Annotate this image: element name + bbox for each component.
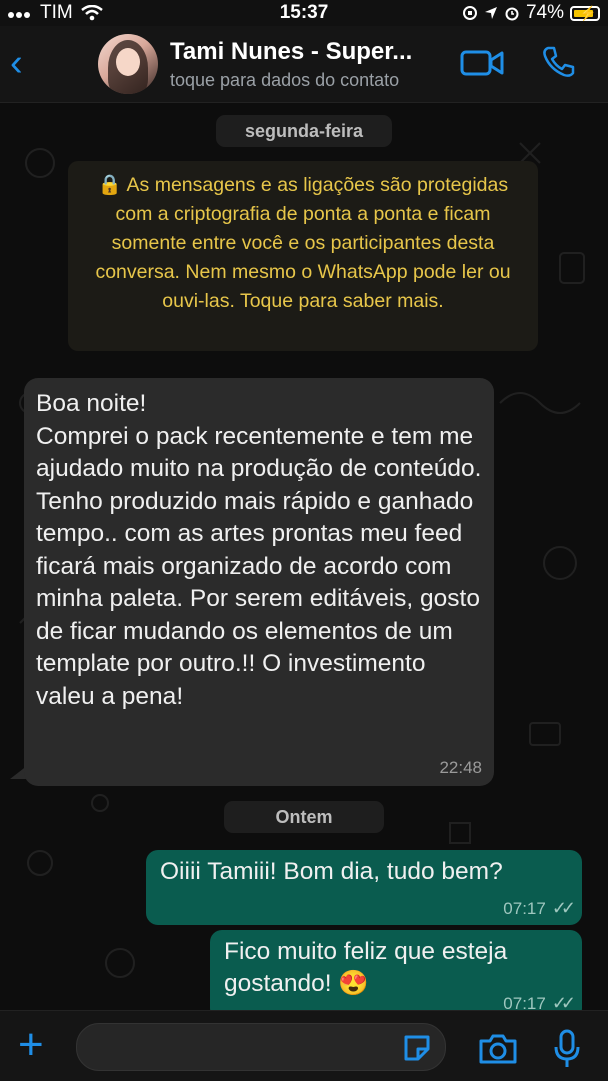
battery-percent: 74% — [525, 2, 564, 23]
microphone-icon[interactable] — [552, 1029, 582, 1069]
message-input[interactable] — [76, 1023, 446, 1071]
status-bar: TIM 15:37 74% ⚡ — [0, 0, 608, 26]
message-time: 07:17 — [503, 993, 546, 1011]
message-text: Fico muito feliz que esteja gostando! 😍 — [224, 938, 508, 997]
outgoing-message[interactable]: Fico muito feliz que esteja gostando! 😍 … — [210, 930, 582, 1010]
orientation-lock-icon — [462, 6, 477, 20]
video-call-icon[interactable] — [460, 48, 504, 78]
encryption-notice[interactable]: 🔒 As mensagens e as ligações são protegi… — [68, 161, 538, 351]
contact-subtitle[interactable]: toque para dados do contato — [170, 70, 399, 91]
outgoing-message[interactable]: Oiiii Tamiii! Bom dia, tudo bem? 07:17 ✓… — [146, 850, 582, 925]
input-bar: + — [0, 1010, 608, 1081]
sticker-icon[interactable] — [402, 1033, 434, 1063]
attach-plus-icon[interactable]: + — [18, 1023, 44, 1067]
incoming-message[interactable]: Boa noite! Comprei o pack recentemente e… — [24, 378, 494, 786]
message-time: 22:48 — [439, 758, 482, 777]
battery-icon: ⚡ — [570, 5, 600, 21]
message-time: 07:17 — [503, 898, 546, 918]
read-checks-icon: ✓✓ — [551, 898, 576, 918]
chat-area[interactable]: segunda-feira 🔒 As mensagens e as ligaçõ… — [0, 103, 608, 1010]
avatar[interactable] — [98, 34, 158, 94]
date-pill-yesterday: Ontem — [224, 801, 384, 833]
phone-call-icon[interactable] — [540, 44, 576, 80]
read-checks-icon: ✓✓ — [551, 993, 576, 1010]
contact-name[interactable]: Tami Nunes - Super... — [170, 38, 412, 66]
alarm-icon — [505, 7, 519, 21]
back-chevron-icon[interactable]: ‹ — [10, 44, 23, 82]
message-text: Oiiii Tamiii! Bom dia, tudo bem? — [160, 858, 503, 885]
message-text: Boa noite! Comprei o pack recentemente e… — [36, 390, 482, 710]
date-pill-monday: segunda-feira — [216, 115, 392, 147]
chat-header: ‹ Tami Nunes - Super... toque para dados… — [0, 26, 608, 103]
location-icon — [484, 7, 497, 19]
camera-icon[interactable] — [478, 1033, 518, 1065]
